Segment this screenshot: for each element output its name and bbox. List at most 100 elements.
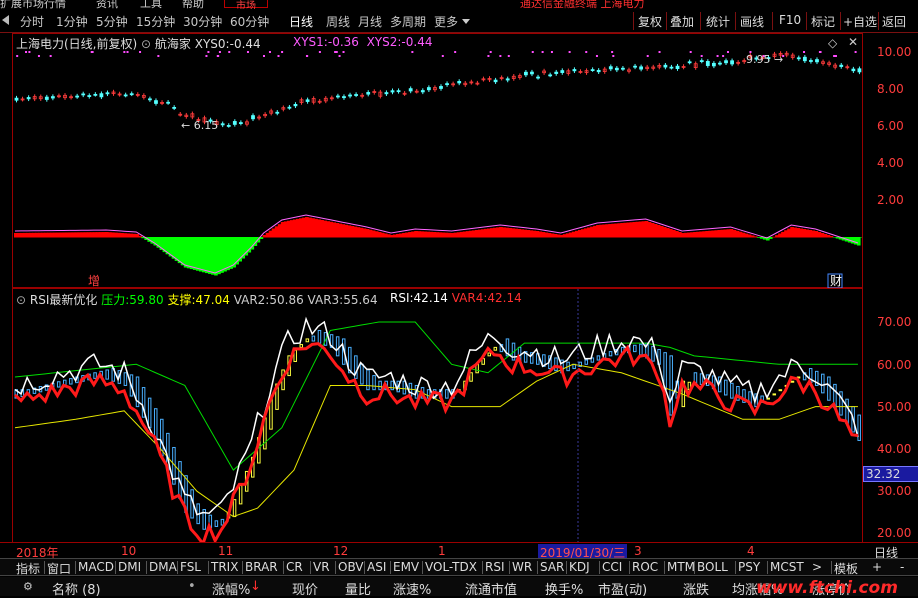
col-volume-ratio[interactable]: 量比 <box>345 579 371 598</box>
toolbar-divider <box>772 12 773 30</box>
period-weekly[interactable]: 周线 <box>326 13 350 30</box>
signal-dot <box>833 55 836 57</box>
candlestick <box>105 92 110 95</box>
candlestick <box>675 65 680 70</box>
col-price[interactable]: 现价 <box>292 579 318 598</box>
indicator-tab-vr[interactable]: VR <box>313 560 330 574</box>
rsi-band-bar <box>366 369 370 391</box>
indicator-tab-boll[interactable]: BOLL <box>697 560 728 574</box>
col-change-pct[interactable]: 涨幅% <box>212 579 250 598</box>
period-toolbar: 分时 1分钟 5分钟 15分钟 30分钟 60分钟 日线 周线 月线 多周期 更… <box>0 9 918 33</box>
indicator-tab-macd[interactable]: MACD <box>78 560 114 574</box>
col-speed[interactable]: 涨速% <box>393 579 431 598</box>
diamond-icon[interactable]: ◇ <box>828 36 837 50</box>
dot-icon: • <box>188 579 196 594</box>
indicator-tab-指标[interactable]: 指标 <box>16 560 40 577</box>
settings-icon[interactable]: ⚙ <box>23 580 33 593</box>
candlestick <box>663 64 668 68</box>
col-float-cap[interactable]: 流通市值 <box>465 579 517 598</box>
signal-dot <box>25 51 28 53</box>
indicator-tab-obv[interactable]: OBV <box>338 560 364 574</box>
indicator-tab-cr[interactable]: CR <box>286 560 303 574</box>
market-tab[interactable]: 市场 <box>224 0 268 9</box>
period-5min[interactable]: 5分钟 <box>96 13 128 30</box>
menubar: 扩展市场行情 资讯 工具 帮助 市场 通达信金融终端 上海电力 <box>0 0 918 9</box>
signal-dot <box>91 51 94 53</box>
close-icon[interactable]: ✕ <box>848 35 858 49</box>
indicator-tab-kdj[interactable]: KDJ <box>569 560 590 574</box>
adjust-button[interactable]: 复权 <box>638 13 662 30</box>
signal-dot <box>716 55 719 57</box>
chevron-down-icon[interactable] <box>462 19 470 24</box>
sort-down-icon[interactable]: ↓ <box>250 579 261 594</box>
indicator-tab-cci[interactable]: CCI <box>602 560 622 574</box>
period-30min[interactable]: 30分钟 <box>183 13 222 30</box>
period-more[interactable]: 更多 <box>434 13 458 30</box>
tabs-scroll-right-icon[interactable]: > <box>812 560 822 574</box>
indicator-tab-vol-tdx[interactable]: VOL-TDX <box>425 560 477 574</box>
xys1-label: XYS1: <box>293 35 328 49</box>
indicator-tab-roc[interactable]: ROC <box>632 560 658 574</box>
indicator-tab-fsl[interactable]: FSL <box>180 560 201 574</box>
signal-dot <box>441 55 444 57</box>
rsi-band-bar <box>669 355 673 416</box>
period-1min[interactable]: 1分钟 <box>56 13 88 30</box>
col-pe[interactable]: 市盈(动) <box>598 579 647 598</box>
signal-dot <box>246 51 249 53</box>
rsi-band-bar <box>699 373 704 385</box>
add-favorite-button[interactable]: +自选 <box>843 13 877 30</box>
rsi-band-bar <box>651 345 655 362</box>
statistics-button[interactable]: 统计 <box>706 13 730 30</box>
col-change[interactable]: 涨跌 <box>683 579 709 598</box>
rsi-tick: 60.00 <box>877 358 912 372</box>
indicator-tab-wr[interactable]: WR <box>512 560 532 574</box>
menu-item-news[interactable]: 资讯 <box>96 0 118 9</box>
indicator-tab-rsi[interactable]: RSI <box>485 560 505 574</box>
indicator-tab-psy[interactable]: PSY <box>738 560 760 574</box>
period-multi[interactable]: 多周期 <box>390 13 426 30</box>
period-60min[interactable]: 60分钟 <box>230 13 269 30</box>
period-15min[interactable]: 15分钟 <box>136 13 175 30</box>
candlestick <box>802 56 807 62</box>
indicator-tab-dma[interactable]: DMA <box>149 560 177 574</box>
indicator-tab-sar[interactable]: SAR <box>540 560 564 574</box>
signal-dot <box>411 51 414 53</box>
signal-dot <box>611 51 614 53</box>
col-name[interactable]: 名称 (8) <box>52 579 101 598</box>
col-turnover[interactable]: 换手% <box>545 579 583 598</box>
mark-button[interactable]: 标记 <box>811 13 835 30</box>
period-monthly[interactable]: 月线 <box>358 13 382 30</box>
candlestick <box>154 100 158 104</box>
candlestick <box>81 93 86 96</box>
back-arrow-icon[interactable] <box>2 15 9 25</box>
remove-tab-icon[interactable]: - <box>900 560 904 574</box>
menu-item-tools[interactable]: 工具 <box>140 0 162 9</box>
rsi-band-bar <box>311 335 316 342</box>
return-button[interactable]: 返回 <box>882 13 906 30</box>
window-title: 通达信金融终端 上海电力 <box>520 0 645 9</box>
indicator-tab-asi[interactable]: ASI <box>367 560 386 574</box>
overlay-button[interactable]: 叠加 <box>670 13 694 30</box>
menu-item-extended-market[interactable]: 扩展市场行情 <box>0 0 66 9</box>
signal-dot <box>834 55 837 57</box>
draw-line-button[interactable]: 画线 <box>740 13 764 30</box>
indicator-tab-trix[interactable]: TRIX <box>211 560 238 574</box>
period-fenshi[interactable]: 分时 <box>20 13 44 30</box>
indicator-tab-emv[interactable]: EMV <box>393 560 419 574</box>
signal-dot <box>568 51 571 53</box>
indicator-tab-mtm[interactable]: MTM <box>667 560 695 574</box>
tab-separator <box>509 561 510 574</box>
signal-dot <box>507 55 510 57</box>
add-tab-icon[interactable]: + <box>872 560 882 574</box>
rsi-chart[interactable] <box>13 289 862 542</box>
indicator-tab-窗口[interactable]: 窗口 <box>47 560 71 577</box>
indicator-tab-dmi[interactable]: DMI <box>118 560 141 574</box>
indicator-tab-模板[interactable]: 模板 <box>834 560 858 577</box>
indicator-tab-brar[interactable]: BRAR <box>245 560 278 574</box>
price-chart[interactable]: ← 6.15 9.95 → 增 财 <box>13 49 862 288</box>
indicator-tab-mcst[interactable]: MCST <box>770 560 804 574</box>
menu-item-help[interactable]: 帮助 <box>182 0 204 9</box>
f10-button[interactable]: F10 <box>779 13 801 27</box>
signal-dot <box>612 55 615 57</box>
period-daily[interactable]: 日线 <box>289 13 313 30</box>
